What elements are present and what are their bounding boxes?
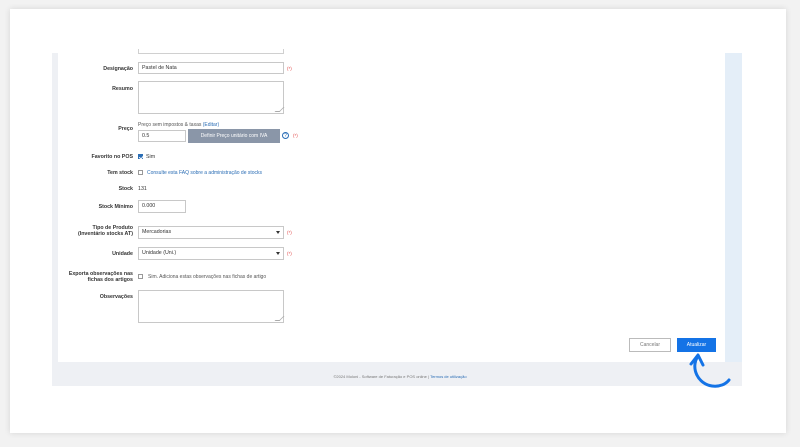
observacoes-textarea[interactable] bbox=[138, 290, 284, 323]
preco-input[interactable]: 0.5 bbox=[138, 130, 186, 142]
footer-copyright: ©2024 Moloni - Software de Faturação e P… bbox=[333, 374, 430, 379]
terms-link[interactable]: Termos de utilização bbox=[430, 374, 466, 379]
unidade-label: Unidade bbox=[112, 251, 133, 257]
stock-minimo-label: Stock Mínimo bbox=[98, 204, 133, 210]
tem-stock-label: Tem stock bbox=[107, 170, 133, 176]
exporta-obs-checkbox[interactable] bbox=[138, 274, 143, 279]
stock-minimo-input[interactable]: 0.000 bbox=[138, 200, 186, 213]
observacoes-label: Observações bbox=[99, 294, 133, 300]
define-price-with-vat-button[interactable]: Definir Preço unitário com IVA bbox=[188, 129, 280, 143]
exporta-obs-option-label: Sim. Adiciona estas observações nas fich… bbox=[148, 274, 267, 280]
unidade-required-marker: (*) bbox=[287, 251, 292, 256]
favorito-label: Favorito no POS bbox=[91, 154, 134, 160]
favorito-checkbox[interactable] bbox=[138, 154, 143, 159]
tipo-produto-select[interactable]: Mercadorias bbox=[138, 226, 284, 239]
unidade-select[interactable]: Unidade (Uni.) bbox=[138, 247, 284, 260]
preco-edit-link[interactable]: (Editar) bbox=[203, 122, 219, 128]
favorito-option-label: Sim bbox=[146, 154, 156, 160]
designacao-label: Designação bbox=[103, 66, 133, 72]
designacao-required-marker: (*) bbox=[287, 66, 292, 71]
tem-stock-checkbox[interactable] bbox=[138, 170, 143, 175]
question-circle-icon[interactable]: ? bbox=[282, 132, 289, 139]
stock-label: Stock bbox=[118, 186, 133, 192]
chevron-down-icon bbox=[276, 231, 280, 234]
stock-faq-link[interactable]: Consulte esta FAQ sobre a administração … bbox=[147, 170, 262, 176]
footer: ©2024 Moloni - Software de Faturação e P… bbox=[0, 374, 800, 379]
tipo-produto-label: Tipo de Produto (Inventário stocks AT) bbox=[77, 225, 133, 237]
preco-hint: Preço sem impostos & taxas (Editar) bbox=[138, 122, 220, 128]
resumo-textarea[interactable] bbox=[138, 81, 284, 114]
preco-required-marker: (*) bbox=[293, 133, 298, 138]
exporta-obs-label: Exporta observações nas fichas dos artigo… bbox=[68, 271, 133, 283]
tipo-produto-required-marker: (*) bbox=[287, 230, 292, 235]
preco-label: Preço bbox=[118, 126, 133, 132]
designacao-input[interactable]: Pastel de Nata bbox=[138, 62, 284, 74]
resumo-label: Resumo bbox=[112, 86, 133, 92]
chevron-down-icon bbox=[276, 252, 280, 255]
previous-field-edge bbox=[138, 49, 284, 54]
cancel-button[interactable]: Cancelar bbox=[629, 338, 671, 352]
right-scroll-strip bbox=[725, 53, 742, 362]
stock-value: 131 bbox=[138, 186, 147, 192]
curved-arrow-pointer-icon bbox=[689, 353, 731, 388]
